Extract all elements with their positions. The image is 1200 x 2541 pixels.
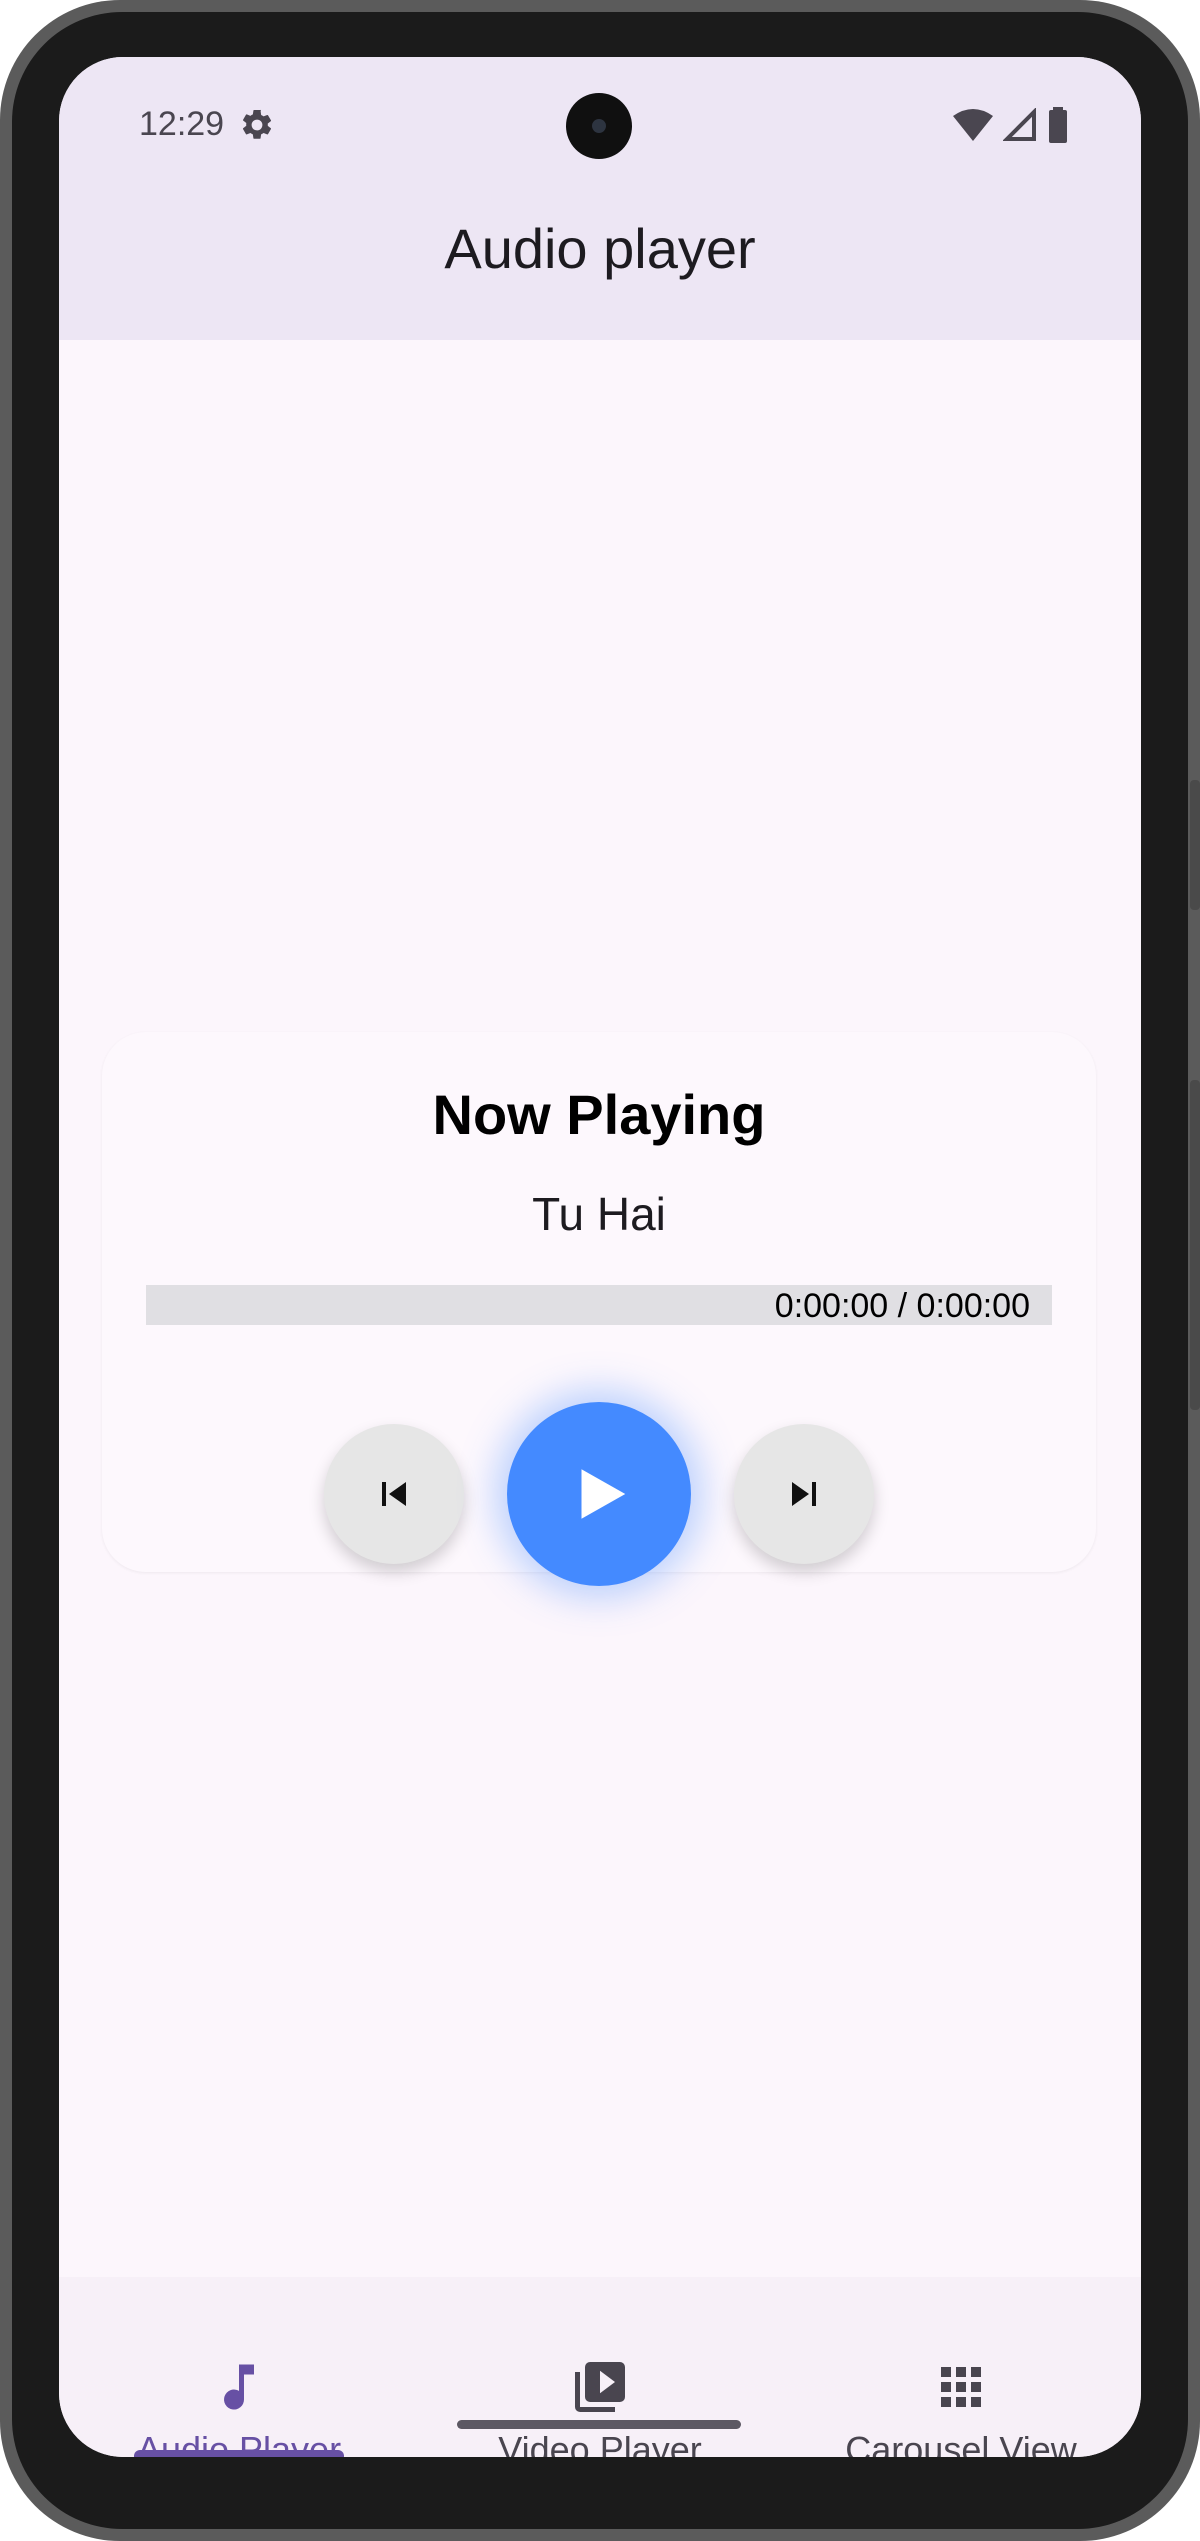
battery-icon — [1049, 107, 1067, 143]
power-button — [1190, 780, 1200, 910]
nav-item-audio-player[interactable]: Audio Player — [59, 2277, 419, 2457]
nav-label-video-player: Video Player — [498, 2429, 702, 2457]
nav-item-video-player[interactable]: Video Player — [420, 2277, 780, 2457]
previous-button[interactable] — [324, 1424, 464, 1564]
volume-button — [1190, 1080, 1200, 1410]
screen: 12:29 Audio player Now Playing Tu Hai 0:… — [59, 57, 1141, 2457]
time-display: 0:00:00 / 0:00:00 — [774, 1287, 1030, 1325]
play-button[interactable] — [507, 1402, 691, 1586]
gesture-handle[interactable] — [457, 2420, 741, 2429]
front-camera — [566, 93, 632, 159]
nav-active-indicator — [134, 2450, 344, 2457]
now-playing-heading: Now Playing — [432, 1083, 766, 1146]
progress-bar[interactable]: 0:00:00 / 0:00:00 — [146, 1285, 1052, 1325]
nav-label-carousel-view: Carousel View — [845, 2429, 1077, 2457]
skip-previous-icon — [382, 1482, 406, 1506]
settings-gear-icon — [242, 109, 272, 139]
video-library-icon — [575, 2362, 625, 2412]
music-note-icon — [224, 2364, 254, 2410]
track-name: Tu Hai — [532, 1188, 666, 1240]
status-icons — [953, 107, 1069, 143]
page-title: Audio player — [444, 217, 756, 280]
skip-next-icon — [792, 1482, 816, 1506]
status-time: 12:29 — [139, 105, 225, 143]
bottom-navigation: Audio Player Video Player Carousel View — [59, 2277, 1141, 2457]
next-button[interactable] — [734, 1424, 874, 1564]
status-bar: 12:29 — [59, 57, 1141, 187]
play-icon — [581, 1469, 626, 1519]
app-bar: Audio player — [59, 187, 1141, 340]
grid-apps-icon — [941, 2367, 981, 2407]
player-card: Now Playing Tu Hai 0:00:00 / 0:00:00 — [102, 1032, 1096, 1586]
nav-item-carousel-view[interactable]: Carousel View — [781, 2277, 1141, 2457]
cell-signal-icon — [1003, 108, 1036, 141]
wifi-icon — [953, 109, 993, 141]
